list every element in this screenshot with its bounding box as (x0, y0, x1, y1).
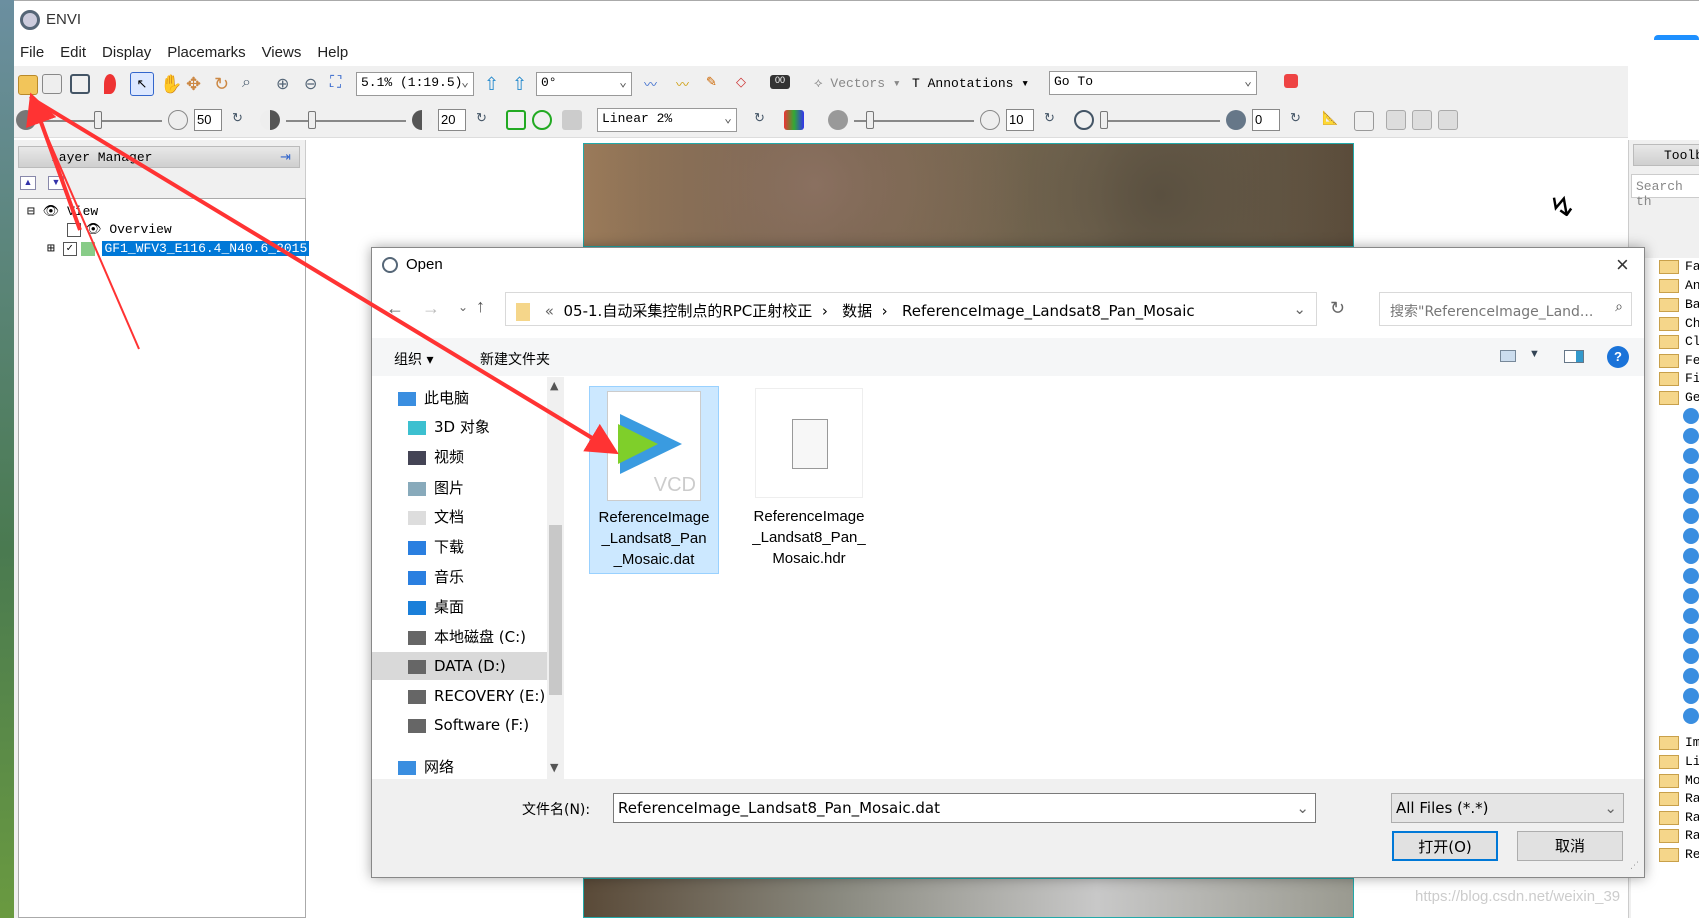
annotation-arrows (26, 92, 619, 455)
annotation-arrow (32, 98, 619, 455)
annotation-arrow-start (26, 92, 82, 231)
